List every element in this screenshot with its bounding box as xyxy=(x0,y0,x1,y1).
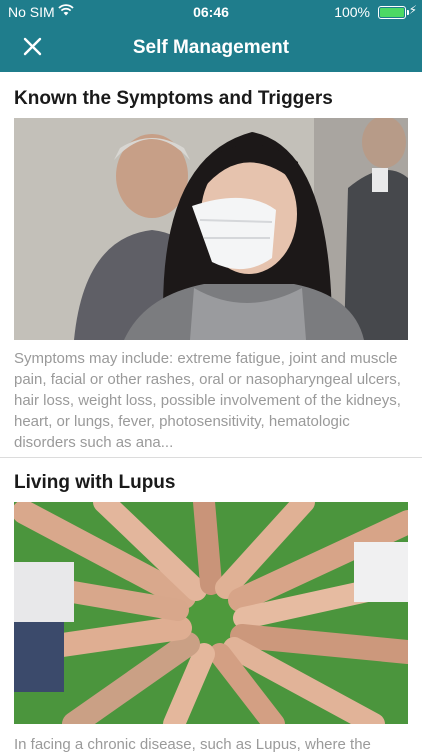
article-card[interactable]: Living with Lupus In facing a chronic di… xyxy=(0,458,422,753)
article-title: Known the Symptoms and Triggers xyxy=(14,88,333,109)
nav-bar: Self Management xyxy=(0,24,422,72)
article-description: In facing a chronic disease, such as Lup… xyxy=(14,736,371,753)
article-title: Living with Lupus xyxy=(14,472,176,493)
article-image xyxy=(14,502,408,724)
header-bar: No SIM 06:46 100% ⚡ Self Management xyxy=(0,0,422,72)
charging-icon: ⚡ xyxy=(408,3,417,17)
page-title: Self Management xyxy=(132,37,290,58)
article-image xyxy=(14,118,408,340)
article-card[interactable]: Known the Symptoms and Triggers Symptoms… xyxy=(0,72,422,458)
battery-percentage: 100% xyxy=(334,4,370,20)
article-description: Symptoms may include: extreme fatigue, j… xyxy=(14,350,401,451)
status-bar: No SIM 06:46 100% ⚡ xyxy=(0,0,422,24)
battery-icon xyxy=(378,6,409,19)
